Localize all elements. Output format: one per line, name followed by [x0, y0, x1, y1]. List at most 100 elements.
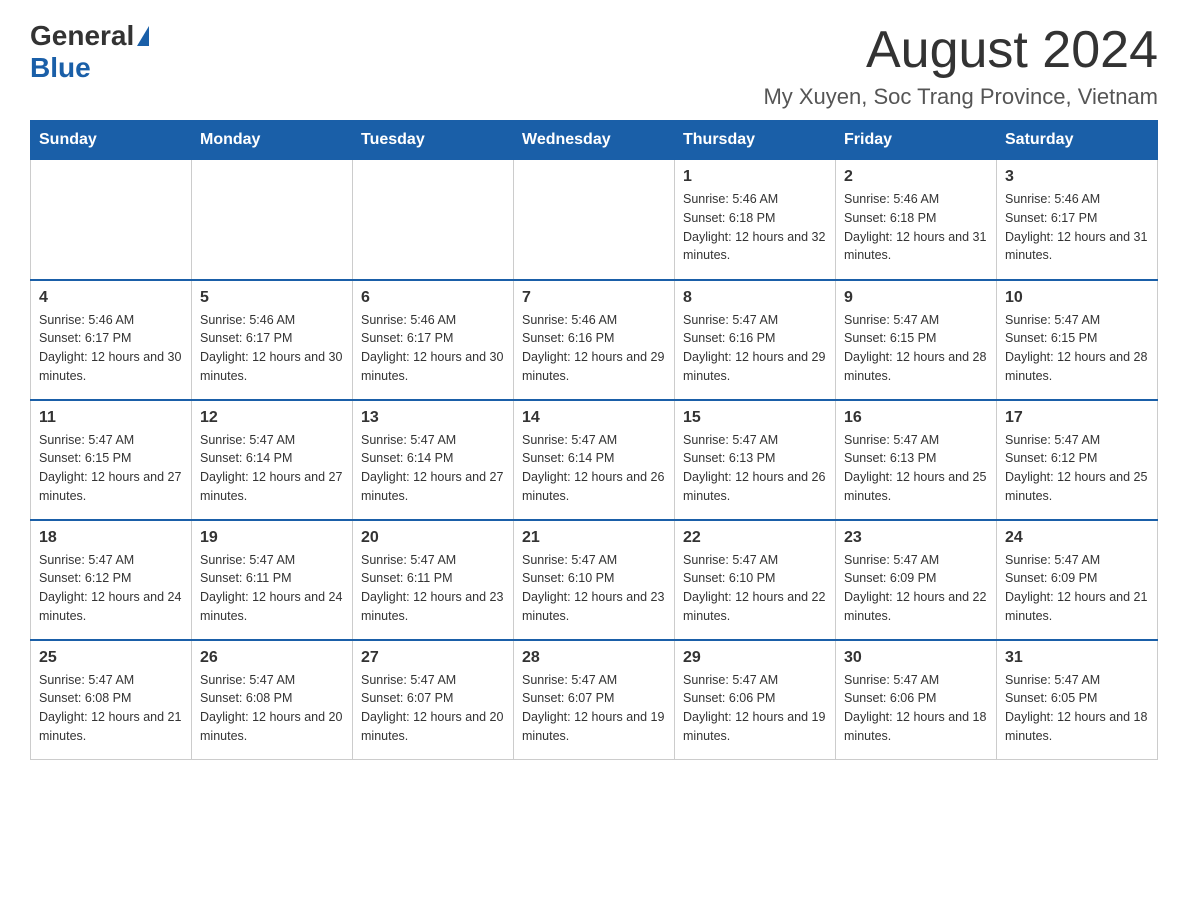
- calendar-cell: 1 Sunrise: 5:46 AMSunset: 6:18 PMDaylight…: [675, 160, 836, 280]
- calendar-cell: [192, 160, 353, 280]
- day-number: 26: [200, 649, 344, 667]
- day-number: 1: [683, 168, 827, 186]
- day-info: Sunrise: 5:47 AMSunset: 6:07 PMDaylight:…: [361, 671, 505, 746]
- day-number: 9: [844, 289, 988, 307]
- calendar-week-row: 11 Sunrise: 5:47 AMSunset: 6:15 PMDayligh…: [31, 400, 1158, 520]
- calendar-cell: 10Sunrise: 5:47 AMSunset: 6:15 PMDayligh…: [997, 280, 1158, 400]
- title-block: August 2024 My Xuyen, Soc Trang Province…: [763, 20, 1158, 110]
- calendar-week-row: 1 Sunrise: 5:46 AMSunset: 6:18 PMDaylight…: [31, 160, 1158, 280]
- day-number: 11: [39, 409, 183, 427]
- day-info: Sunrise: 5:47 AMSunset: 6:14 PMDaylight:…: [522, 431, 666, 506]
- calendar-cell: 19 Sunrise: 5:47 AMSunset: 6:11 PMDayligh…: [192, 520, 353, 640]
- calendar-cell: 18 Sunrise: 5:47 AMSunset: 6:12 PMDayligh…: [31, 520, 192, 640]
- day-number: 25: [39, 649, 183, 667]
- day-info: Sunrise: 5:46 AMSunset: 6:17 PMDaylight:…: [361, 311, 505, 386]
- day-info: Sunrise: 5:47 AMSunset: 6:15 PMDaylight:…: [844, 311, 988, 386]
- calendar-cell: 28 Sunrise: 5:47 AMSunset: 6:07 PMDayligh…: [514, 640, 675, 760]
- day-info: Sunrise: 5:46 AMSunset: 6:16 PMDaylight:…: [522, 311, 666, 386]
- day-info: Sunrise: 5:46 AMSunset: 6:17 PMDaylight:…: [39, 311, 183, 386]
- logo-triangle-icon: [137, 26, 149, 46]
- day-number: 4: [39, 289, 183, 307]
- day-number: 23: [844, 529, 988, 547]
- day-number: 7: [522, 289, 666, 307]
- day-number: 22: [683, 529, 827, 547]
- day-number: 27: [361, 649, 505, 667]
- day-info: Sunrise: 5:46 AMSunset: 6:18 PMDaylight:…: [683, 190, 827, 265]
- calendar-cell: 22Sunrise: 5:47 AMSunset: 6:10 PMDayligh…: [675, 520, 836, 640]
- day-number: 10: [1005, 289, 1149, 307]
- location-subtitle: My Xuyen, Soc Trang Province, Vietnam: [763, 84, 1158, 110]
- calendar-cell: 26 Sunrise: 5:47 AMSunset: 6:08 PMDayligh…: [192, 640, 353, 760]
- day-number: 14: [522, 409, 666, 427]
- calendar-cell: [31, 160, 192, 280]
- day-number: 29: [683, 649, 827, 667]
- calendar-cell: 2Sunrise: 5:46 AMSunset: 6:18 PMDaylight…: [836, 160, 997, 280]
- calendar-cell: 12 Sunrise: 5:47 AMSunset: 6:14 PMDayligh…: [192, 400, 353, 520]
- day-info: Sunrise: 5:47 AMSunset: 6:16 PMDaylight:…: [683, 311, 827, 386]
- day-number: 12: [200, 409, 344, 427]
- day-number: 19: [200, 529, 344, 547]
- day-info: Sunrise: 5:47 AMSunset: 6:14 PMDaylight:…: [200, 431, 344, 506]
- day-info: Sunrise: 5:47 AMSunset: 6:08 PMDaylight:…: [39, 671, 183, 746]
- day-info: Sunrise: 5:47 AMSunset: 6:07 PMDaylight:…: [522, 671, 666, 746]
- day-number: 24: [1005, 529, 1149, 547]
- calendar-day-header: Saturday: [997, 121, 1158, 160]
- day-number: 3: [1005, 168, 1149, 186]
- calendar-day-header: Monday: [192, 121, 353, 160]
- day-number: 30: [844, 649, 988, 667]
- day-info: Sunrise: 5:47 AMSunset: 6:13 PMDaylight:…: [844, 431, 988, 506]
- calendar-cell: 5Sunrise: 5:46 AMSunset: 6:17 PMDaylight…: [192, 280, 353, 400]
- day-info: Sunrise: 5:47 AMSunset: 6:11 PMDaylight:…: [361, 551, 505, 626]
- calendar-cell: 25 Sunrise: 5:47 AMSunset: 6:08 PMDayligh…: [31, 640, 192, 760]
- calendar-day-header: Friday: [836, 121, 997, 160]
- calendar-cell: 14 Sunrise: 5:47 AMSunset: 6:14 PMDayligh…: [514, 400, 675, 520]
- day-info: Sunrise: 5:47 AMSunset: 6:10 PMDaylight:…: [522, 551, 666, 626]
- calendar-cell: 8 Sunrise: 5:47 AMSunset: 6:16 PMDaylight…: [675, 280, 836, 400]
- calendar-cell: 3Sunrise: 5:46 AMSunset: 6:17 PMDaylight…: [997, 160, 1158, 280]
- calendar-day-header: Wednesday: [514, 121, 675, 160]
- day-number: 16: [844, 409, 988, 427]
- calendar-cell: 13Sunrise: 5:47 AMSunset: 6:14 PMDayligh…: [353, 400, 514, 520]
- day-info: Sunrise: 5:47 AMSunset: 6:09 PMDaylight:…: [844, 551, 988, 626]
- day-info: Sunrise: 5:46 AMSunset: 6:18 PMDaylight:…: [844, 190, 988, 265]
- day-number: 8: [683, 289, 827, 307]
- month-year-title: August 2024: [763, 20, 1158, 80]
- calendar-cell: 30 Sunrise: 5:47 AMSunset: 6:06 PMDayligh…: [836, 640, 997, 760]
- day-number: 18: [39, 529, 183, 547]
- calendar-week-row: 18 Sunrise: 5:47 AMSunset: 6:12 PMDayligh…: [31, 520, 1158, 640]
- day-info: Sunrise: 5:47 AMSunset: 6:13 PMDaylight:…: [683, 431, 827, 506]
- day-number: 21: [522, 529, 666, 547]
- day-info: Sunrise: 5:47 AMSunset: 6:14 PMDaylight:…: [361, 431, 505, 506]
- calendar-week-row: 25 Sunrise: 5:47 AMSunset: 6:08 PMDayligh…: [31, 640, 1158, 760]
- calendar-cell: [353, 160, 514, 280]
- calendar-cell: 7 Sunrise: 5:46 AMSunset: 6:16 PMDaylight…: [514, 280, 675, 400]
- logo-general-text: General: [30, 20, 134, 52]
- calendar-day-header: Tuesday: [353, 121, 514, 160]
- day-number: 17: [1005, 409, 1149, 427]
- calendar-day-header: Sunday: [31, 121, 192, 160]
- day-number: 31: [1005, 649, 1149, 667]
- day-info: Sunrise: 5:47 AMSunset: 6:11 PMDaylight:…: [200, 551, 344, 626]
- calendar-cell: 4 Sunrise: 5:46 AMSunset: 6:17 PMDaylight…: [31, 280, 192, 400]
- calendar-cell: 21 Sunrise: 5:47 AMSunset: 6:10 PMDayligh…: [514, 520, 675, 640]
- page-header: General Blue August 2024 My Xuyen, Soc T…: [30, 20, 1158, 110]
- calendar-cell: 23 Sunrise: 5:47 AMSunset: 6:09 PMDayligh…: [836, 520, 997, 640]
- calendar-cell: 15Sunrise: 5:47 AMSunset: 6:13 PMDayligh…: [675, 400, 836, 520]
- logo-blue-text: Blue: [30, 52, 91, 83]
- calendar-cell: 27 Sunrise: 5:47 AMSunset: 6:07 PMDayligh…: [353, 640, 514, 760]
- day-info: Sunrise: 5:47 AMSunset: 6:05 PMDaylight:…: [1005, 671, 1149, 746]
- calendar-cell: 16 Sunrise: 5:47 AMSunset: 6:13 PMDayligh…: [836, 400, 997, 520]
- day-number: 28: [522, 649, 666, 667]
- day-number: 5: [200, 289, 344, 307]
- day-info: Sunrise: 5:47 AMSunset: 6:06 PMDaylight:…: [844, 671, 988, 746]
- calendar-cell: 31 Sunrise: 5:47 AMSunset: 6:05 PMDayligh…: [997, 640, 1158, 760]
- day-info: Sunrise: 5:47 AMSunset: 6:06 PMDaylight:…: [683, 671, 827, 746]
- calendar-cell: 11 Sunrise: 5:47 AMSunset: 6:15 PMDayligh…: [31, 400, 192, 520]
- calendar-cell: 9 Sunrise: 5:47 AMSunset: 6:15 PMDaylight…: [836, 280, 997, 400]
- day-info: Sunrise: 5:47 AMSunset: 6:08 PMDaylight:…: [200, 671, 344, 746]
- calendar-day-header: Thursday: [675, 121, 836, 160]
- day-info: Sunrise: 5:47 AMSunset: 6:15 PMDaylight:…: [39, 431, 183, 506]
- day-info: Sunrise: 5:47 AMSunset: 6:12 PMDaylight:…: [1005, 431, 1149, 506]
- calendar-cell: 29 Sunrise: 5:47 AMSunset: 6:06 PMDayligh…: [675, 640, 836, 760]
- day-info: Sunrise: 5:47 AMSunset: 6:12 PMDaylight:…: [39, 551, 183, 626]
